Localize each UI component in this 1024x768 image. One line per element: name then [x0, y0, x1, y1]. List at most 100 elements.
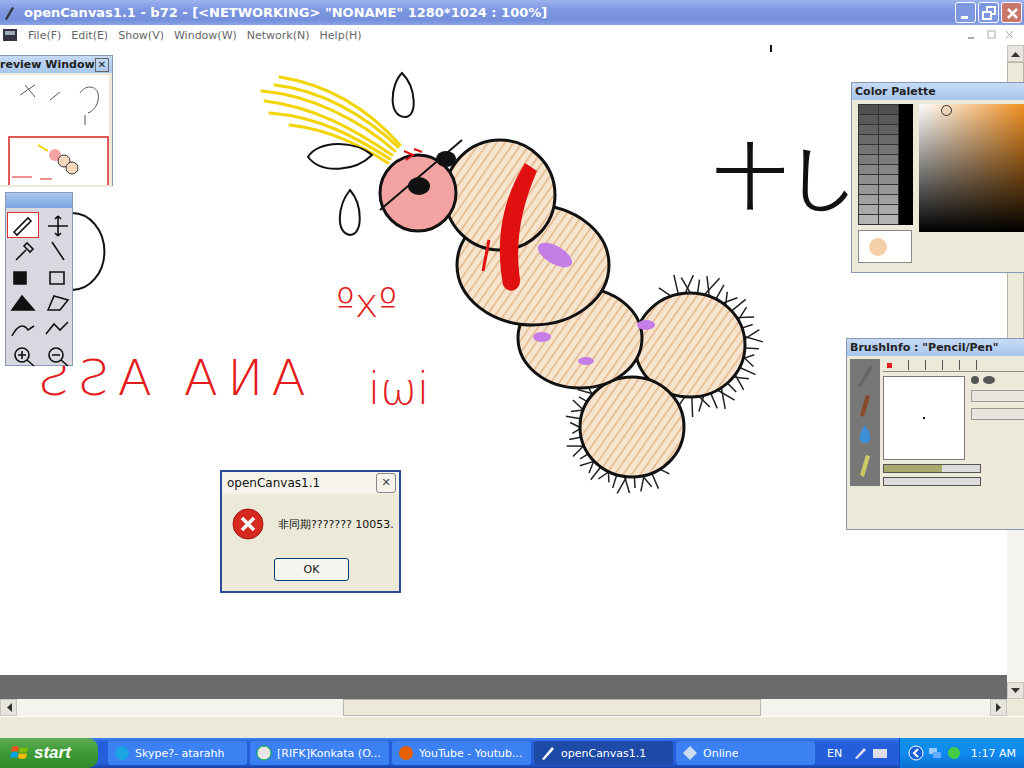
color-swatch[interactable] — [879, 135, 898, 144]
color-swatch[interactable] — [879, 145, 898, 154]
canvas-scribble: 十し — [715, 137, 861, 216]
close-button[interactable] — [1001, 2, 1022, 23]
tool-icon — [42, 238, 72, 264]
color-swatch[interactable] — [859, 155, 878, 164]
brush-info-title-bar[interactable]: BrushInfo : "Pencil/Pen" — [847, 339, 1024, 356]
water-brush-icon[interactable] — [852, 421, 878, 449]
color-swatch[interactable] — [859, 185, 878, 194]
color-swatch[interactable] — [859, 125, 878, 134]
preview-window[interactable]: review Window✕ — [0, 55, 113, 186]
horizontal-scroll-thumb[interactable] — [343, 699, 761, 716]
color-swatch[interactable] — [859, 145, 878, 154]
color-swatch[interactable] — [879, 175, 898, 184]
pen-tool-icon[interactable] — [852, 745, 868, 761]
brush-size-slider[interactable] — [883, 464, 981, 473]
dialog-title-bar[interactable]: openCanvas1.1✕ — [222, 472, 399, 494]
color-swatch[interactable] — [859, 175, 878, 184]
color-swatch[interactable] — [879, 195, 898, 204]
language-indicator[interactable]: EN — [827, 747, 842, 760]
scroll-left-button[interactable] — [0, 699, 17, 716]
tool-button[interactable] — [41, 212, 73, 238]
color-swatch[interactable] — [859, 165, 878, 174]
paint-brush-icon[interactable] — [852, 391, 878, 419]
canvas-scribble: iωi — [368, 365, 429, 413]
taskbar-button[interactable]: openCanvas1.1 — [534, 741, 673, 765]
tool-button[interactable] — [41, 290, 73, 316]
tool-button[interactable] — [7, 342, 39, 368]
tool-button[interactable] — [7, 264, 39, 290]
color-swatch[interactable] — [879, 115, 898, 124]
color-swatch[interactable] — [879, 205, 898, 214]
start-button[interactable]: start — [0, 738, 98, 768]
color-swatch[interactable] — [879, 185, 898, 194]
brush-preview — [883, 376, 965, 460]
tool-button[interactable] — [41, 342, 73, 368]
tool-button[interactable] — [41, 316, 73, 342]
preview-thumbnail — [0, 75, 109, 185]
color-swatch[interactable] — [879, 165, 898, 174]
scroll-up-button[interactable] — [1007, 45, 1024, 62]
taskbar-button[interactable]: YouTube - Youtub... — [392, 741, 531, 765]
color-palette-title-bar[interactable]: Color Palette — [852, 83, 1024, 100]
menu-item[interactable]: File(F) — [24, 29, 67, 42]
color-swatch[interactable] — [859, 105, 878, 114]
taskbar-button[interactable]: [RIFK]Konkata (O... — [250, 741, 389, 765]
color-swatch[interactable] — [859, 215, 878, 224]
color-swatch[interactable] — [859, 135, 878, 144]
restore-button[interactable] — [978, 2, 999, 23]
color-swatch[interactable] — [859, 115, 878, 124]
minimize-button[interactable] — [955, 2, 976, 23]
tool-button[interactable] — [7, 212, 39, 238]
messenger-icon[interactable] — [946, 745, 962, 761]
value-bar[interactable] — [899, 104, 913, 225]
title-bar[interactable]: openCanvas1.1 - b72 - [<NETWORKING> "NON… — [0, 0, 1024, 25]
dialog-close-button[interactable]: ✕ — [376, 473, 396, 493]
scroll-right-button[interactable] — [990, 699, 1007, 716]
color-palette-window[interactable]: Color Palette — [851, 82, 1024, 273]
preview-close-button[interactable]: ✕ — [95, 58, 109, 72]
color-swatch[interactable] — [859, 195, 878, 204]
tool-icon — [42, 212, 72, 238]
program-icon — [682, 745, 698, 761]
show-hidden-icon[interactable] — [908, 745, 924, 761]
color-swatch[interactable] — [859, 205, 878, 214]
brush-info-window[interactable]: BrushInfo : "Pencil/Pen" — [846, 338, 1024, 530]
network-icon[interactable] — [927, 745, 943, 761]
keyboard-icon[interactable] — [872, 745, 888, 761]
error-dialog: openCanvas1.1✕非同期??????? 10053.OK — [220, 470, 401, 593]
pencil-brush-icon[interactable] — [852, 361, 878, 389]
tool-button[interactable] — [41, 238, 73, 264]
ok-button[interactable]: OK — [274, 558, 349, 581]
tool-button[interactable] — [7, 290, 39, 316]
taskbar: start Skype?- atarahh[RIFK]Konkata (O...Y… — [0, 738, 1024, 768]
current-color-box[interactable] — [858, 230, 912, 263]
color-swatch[interactable] — [879, 125, 898, 134]
system-tray: 1:17 AM — [899, 738, 1024, 768]
picker-cursor[interactable] — [941, 105, 952, 116]
brush-opacity-slider[interactable] — [883, 477, 981, 486]
menu-item[interactable]: Edit(E) — [67, 29, 114, 42]
tool-palette-title-bar[interactable] — [6, 193, 72, 208]
color-swatch[interactable] — [879, 155, 898, 164]
menu-item[interactable]: Window(W) — [170, 29, 243, 42]
document-icon[interactable] — [2, 27, 20, 43]
horizontal-scrollbar[interactable] — [0, 699, 1007, 716]
menu-item[interactable]: Show(V) — [114, 29, 170, 42]
tool-button[interactable] — [41, 264, 73, 290]
taskbar-button[interactable]: Online — [676, 741, 815, 765]
scroll-down-button[interactable] — [1007, 682, 1024, 699]
color-picker[interactable] — [919, 104, 1024, 232]
tool-button[interactable] — [7, 238, 39, 264]
window-title: openCanvas1.1 - b72 - [<NETWORKING> "NON… — [20, 5, 951, 20]
color-swatch[interactable] — [879, 215, 898, 224]
color-swatch[interactable] — [879, 105, 898, 114]
taskbar-button[interactable]: Skype?- atarahh — [108, 741, 247, 765]
preview-title-bar[interactable]: review Window✕ — [0, 56, 112, 73]
child-window-buttons-icon[interactable] — [966, 29, 1016, 41]
tool-button[interactable] — [7, 316, 39, 342]
tool-icon — [42, 316, 72, 342]
tool-palette[interactable] — [5, 192, 73, 366]
menu-item[interactable]: Network(N) — [243, 29, 316, 42]
menu-item[interactable]: Help(H) — [316, 29, 368, 42]
eraser-brush-icon[interactable] — [852, 451, 878, 479]
